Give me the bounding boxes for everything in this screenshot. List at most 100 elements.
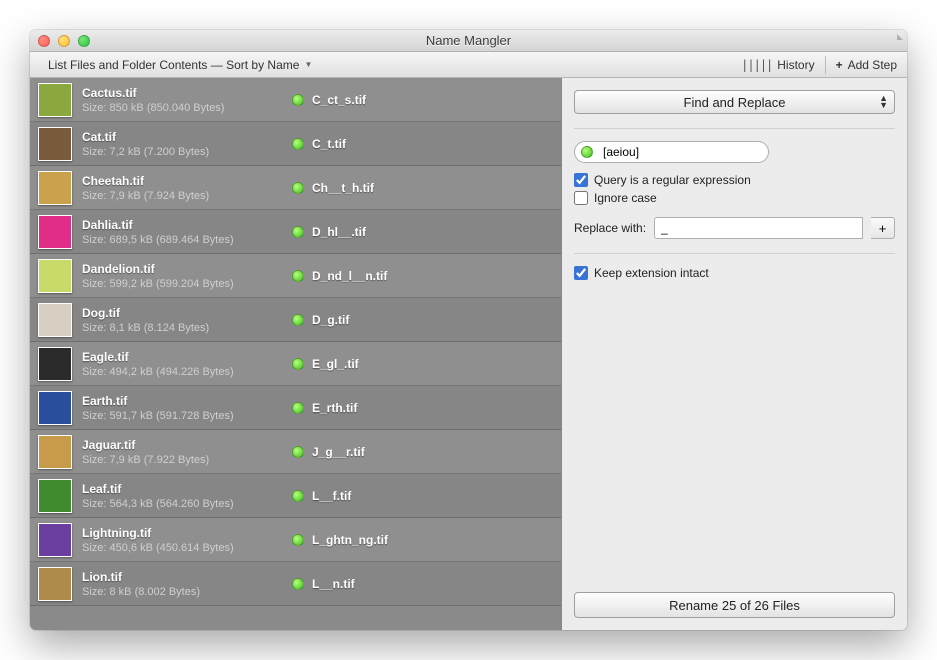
file-row[interactable]: Earth.tifSize: 591,7 kB (591.728 Bytes)E… <box>30 386 561 430</box>
history-button[interactable]: ||||| History <box>731 52 824 78</box>
file-new-name: E_rth.tif <box>312 401 357 415</box>
status-dot-icon <box>292 138 304 150</box>
file-info: Lion.tif Size: 8 kB (8.002 Bytes) <box>82 570 292 598</box>
file-info: Cactus.tif Size: 850 kB (850.040 Bytes) <box>82 86 292 114</box>
app-window: Name Mangler List Files and Folder Conte… <box>30 30 907 630</box>
history-icon: ||||| <box>741 58 772 72</box>
file-thumbnail <box>38 83 72 117</box>
file-thumbnail <box>38 347 72 381</box>
file-name: Cheetah.tif <box>82 174 292 188</box>
file-name: Eagle.tif <box>82 350 292 364</box>
file-row[interactable]: Cheetah.tifSize: 7,9 kB (7.924 Bytes)Ch_… <box>30 166 561 210</box>
zoom-icon[interactable] <box>78 35 90 47</box>
list-mode-label: List Files and Folder Contents — Sort by… <box>48 58 299 72</box>
replace-label: Replace with: <box>574 221 646 235</box>
file-row[interactable]: Lightning.tifSize: 450,6 kB (450.614 Byt… <box>30 518 561 562</box>
replace-input[interactable] <box>654 217 863 239</box>
keep-extension-checkbox-row[interactable]: Keep extension intact <box>574 266 895 280</box>
file-info: Eagle.tif Size: 494,2 kB (494.226 Bytes) <box>82 350 292 378</box>
file-new-name: J_g__r.tif <box>312 445 365 459</box>
ignorecase-label: Ignore case <box>594 191 657 205</box>
file-row[interactable]: Dahlia.tif Size: 689,5 kB (689.464 Bytes)… <box>30 210 561 254</box>
file-new-name: L__n.tif <box>312 577 355 591</box>
file-info: Earth.tif Size: 591,7 kB (591.728 Bytes) <box>82 394 292 422</box>
file-thumbnail <box>38 523 72 557</box>
file-size: Size: 591,7 kB (591.728 Bytes) <box>82 410 292 422</box>
file-new-name: C_t.tif <box>312 137 346 151</box>
query-input[interactable] <box>574 141 769 163</box>
file-row[interactable]: Dandelion.tifSize: 599,2 kB (599.204 Byt… <box>30 254 561 298</box>
file-size: Size: 450,6 kB (450.614 Bytes) <box>82 542 292 554</box>
titlebar: Name Mangler <box>30 30 907 52</box>
file-thumbnail <box>38 435 72 469</box>
add-step-button[interactable]: + Add Step <box>826 52 907 78</box>
rename-button-label: Rename 25 of 26 Files <box>669 598 800 613</box>
file-info: Dandelion.tifSize: 599,2 kB (599.204 Byt… <box>82 262 292 290</box>
status-dot-icon <box>292 534 304 546</box>
file-row[interactable]: Lion.tif Size: 8 kB (8.002 Bytes) L__n.tif <box>30 562 561 606</box>
file-row[interactable]: Jaguar.tif Size: 7,9 kB (7.922 Bytes) J_g_… <box>30 430 561 474</box>
file-info: Dog.tifSize: 8,1 kB (8.124 Bytes) <box>82 306 292 334</box>
rename-button[interactable]: Rename 25 of 26 Files <box>574 592 895 618</box>
updown-chevron-icon: ▲▼ <box>879 95 888 109</box>
list-mode-dropdown[interactable]: List Files and Folder Contents — Sort by… <box>38 52 322 78</box>
plus-icon: + <box>879 221 887 236</box>
file-size: Size: 689,5 kB (689.464 Bytes) <box>82 234 292 246</box>
action-dropdown[interactable]: Find and Replace ▲▼ <box>574 90 895 114</box>
file-row[interactable]: Leaf.tifSize: 564,3 kB (564.260 Bytes)L_… <box>30 474 561 518</box>
file-size: Size: 7,9 kB (7.924 Bytes) <box>82 190 292 202</box>
status-dot-icon <box>292 578 304 590</box>
keep-extension-checkbox[interactable] <box>574 266 588 280</box>
status-dot-icon <box>581 146 593 158</box>
file-new-name: D_hl__.tif <box>312 225 366 239</box>
file-new-name: L_ghtn_ng.tif <box>312 533 388 547</box>
regex-checkbox-row[interactable]: Query is a regular expression <box>574 173 895 187</box>
file-name: Dahlia.tif <box>82 218 292 232</box>
file-name: Lion.tif <box>82 570 292 584</box>
file-row[interactable]: Cat.tifSize: 7,2 kB (7.200 Bytes)C_t.tif <box>30 122 561 166</box>
minimize-icon[interactable] <box>58 35 70 47</box>
file-size: Size: 7,2 kB (7.200 Bytes) <box>82 146 292 158</box>
status-dot-icon <box>292 358 304 370</box>
file-name: Dog.tif <box>82 306 292 320</box>
ignorecase-checkbox[interactable] <box>574 191 588 205</box>
file-new-name: D_nd_l__n.tif <box>312 269 387 283</box>
ignorecase-checkbox-row[interactable]: Ignore case <box>574 191 895 205</box>
file-name: Leaf.tif <box>82 482 292 496</box>
file-row[interactable]: Cactus.tif Size: 850 kB (850.040 Bytes) C_… <box>30 78 561 122</box>
status-dot-icon <box>292 270 304 282</box>
plus-icon: + <box>836 58 843 72</box>
close-icon[interactable] <box>38 35 50 47</box>
file-name: Cactus.tif <box>82 86 292 100</box>
history-label: History <box>777 58 814 72</box>
file-name: Jaguar.tif <box>82 438 292 452</box>
content-area: Cactus.tif Size: 850 kB (850.040 Bytes) C_… <box>30 78 907 630</box>
file-size: Size: 599,2 kB (599.204 Bytes) <box>82 278 292 290</box>
file-row[interactable]: Eagle.tif Size: 494,2 kB (494.226 Bytes)E… <box>30 342 561 386</box>
file-thumbnail <box>38 567 72 601</box>
resize-icon[interactable] <box>889 34 903 48</box>
file-size: Size: 494,2 kB (494.226 Bytes) <box>82 366 292 378</box>
regex-label: Query is a regular expression <box>594 173 751 187</box>
file-thumbnail <box>38 479 72 513</box>
window-controls <box>38 35 90 47</box>
status-dot-icon <box>292 182 304 194</box>
add-replace-button[interactable]: + <box>871 217 895 239</box>
add-step-label: Add Step <box>848 58 897 72</box>
file-size: Size: 8 kB (8.002 Bytes) <box>82 586 292 598</box>
file-new-name: C_ct_s.tif <box>312 93 366 107</box>
status-dot-icon <box>292 490 304 502</box>
find-replace-panel: Query is a regular expression Ignore cas… <box>574 128 895 284</box>
file-row[interactable]: Dog.tifSize: 8,1 kB (8.124 Bytes)D_g.tif <box>30 298 561 342</box>
file-name: Earth.tif <box>82 394 292 408</box>
file-list[interactable]: Cactus.tif Size: 850 kB (850.040 Bytes) C_… <box>30 78 562 630</box>
file-size: Size: 850 kB (850.040 Bytes) <box>82 102 292 114</box>
toolbar: List Files and Folder Contents — Sort by… <box>30 52 907 78</box>
sidebar: Find and Replace ▲▼ Query is a regular e… <box>562 78 907 630</box>
file-thumbnail <box>38 215 72 249</box>
file-size: Size: 564,3 kB (564.260 Bytes) <box>82 498 292 510</box>
regex-checkbox[interactable] <box>574 173 588 187</box>
status-dot-icon <box>292 226 304 238</box>
file-thumbnail <box>38 391 72 425</box>
file-size: Size: 7,9 kB (7.922 Bytes) <box>82 454 292 466</box>
